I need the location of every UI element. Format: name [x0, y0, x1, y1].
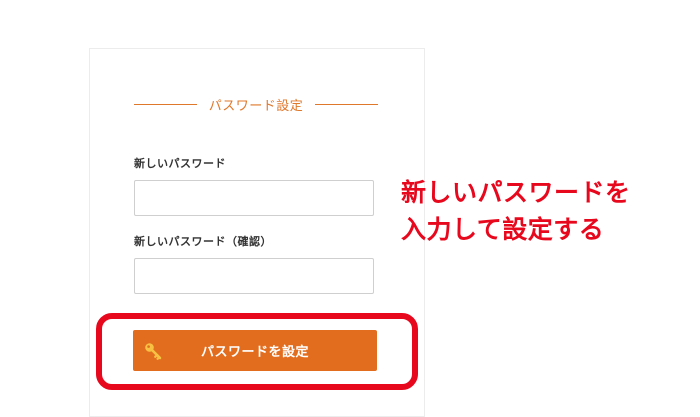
section-title: パスワード設定 [134, 95, 379, 114]
annotation-line-2: 入力して設定する [401, 215, 605, 244]
key-icon [145, 343, 162, 360]
page: パスワード設定 新しいパスワード 新しいパスワード（確認） パスワードを設定 新… [0, 0, 700, 417]
set-password-button-label: パスワードを設定 [200, 345, 309, 360]
title-divider-left [134, 103, 197, 105]
annotation-callout: 新しいパスワードを 入力して設定する [401, 174, 697, 248]
confirm-password-input[interactable] [134, 258, 374, 294]
section-title-text: パスワード設定 [208, 98, 304, 114]
annotation-line-1: 新しいパスワードを [401, 178, 631, 207]
new-password-label: 新しいパスワード [134, 157, 226, 170]
new-password-input[interactable] [134, 180, 374, 216]
set-password-button[interactable]: パスワードを設定 [133, 330, 377, 371]
title-divider-right [315, 103, 379, 105]
confirm-password-label: 新しいパスワード（確認） [134, 235, 272, 248]
